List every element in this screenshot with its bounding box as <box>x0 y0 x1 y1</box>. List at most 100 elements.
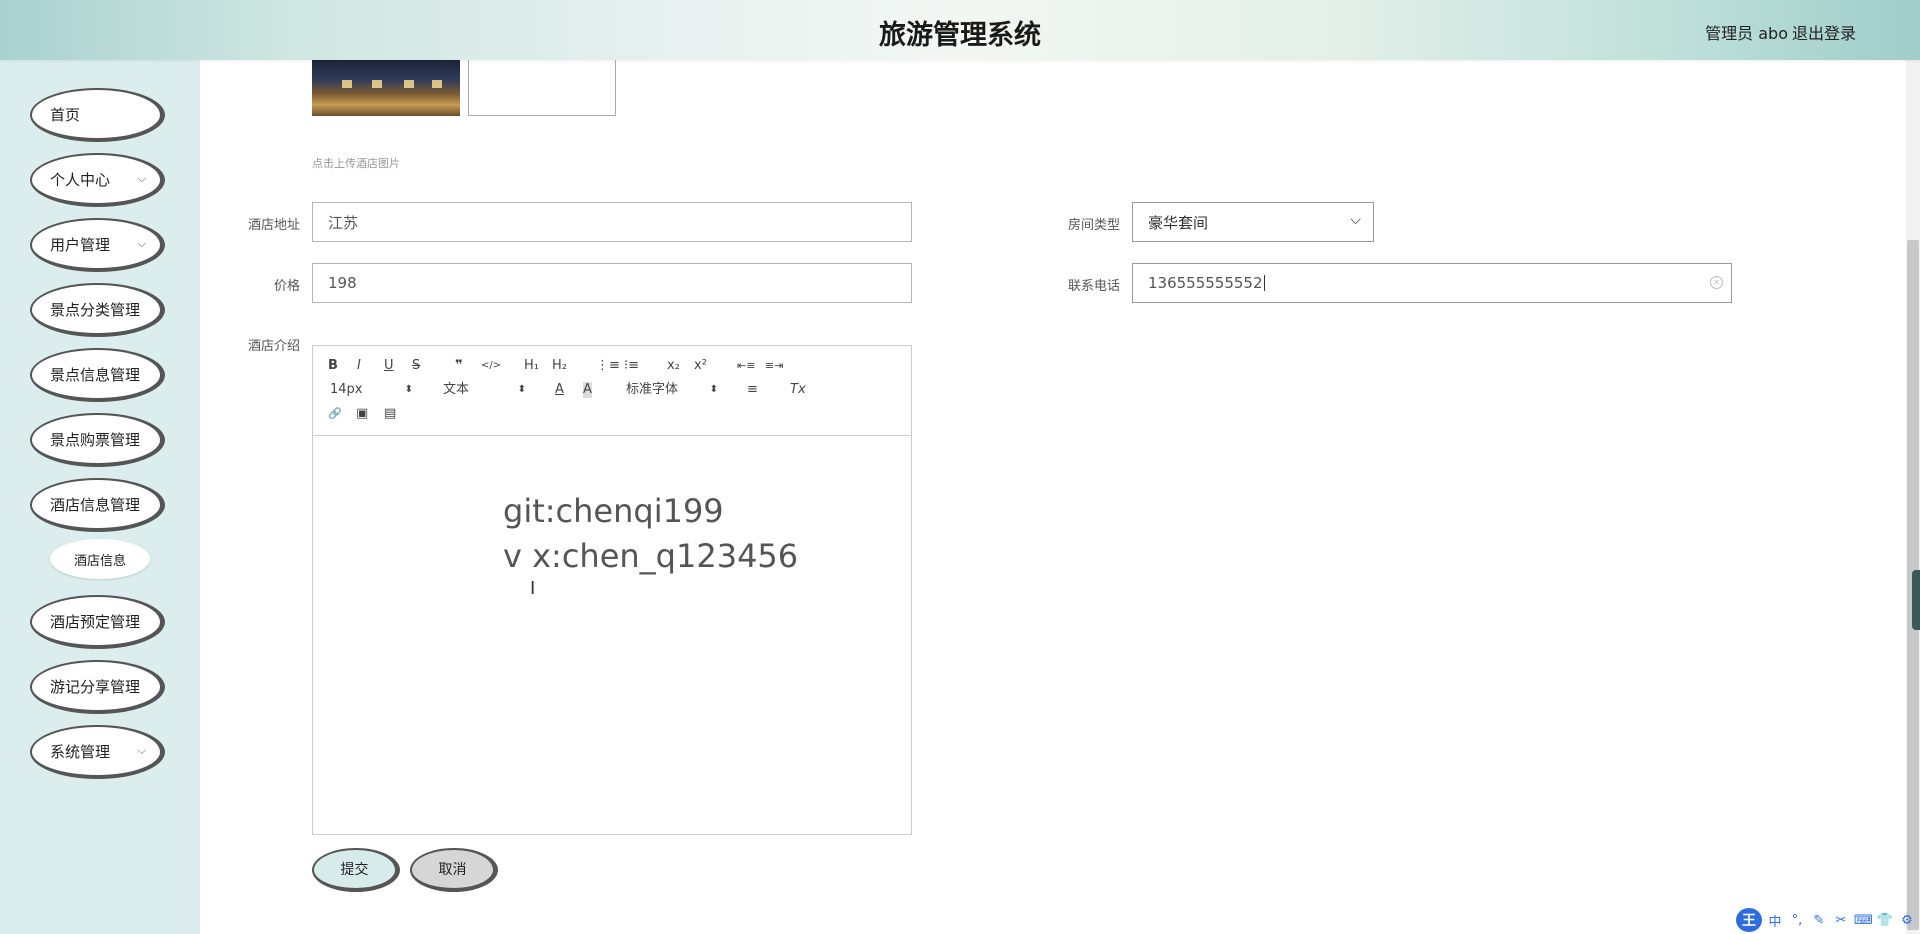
sidebar-item-label: 酒店预定管理 <box>50 612 141 631</box>
underline-icon[interactable]: U <box>384 358 394 374</box>
chevron-down-icon: ⌵ <box>137 172 146 185</box>
ime-punctuation-icon[interactable]: °, <box>1788 913 1806 928</box>
indent-icon[interactable]: ≡⇥ <box>765 358 783 374</box>
link-icon[interactable]: 🔗 <box>328 406 342 422</box>
header-select[interactable]: 文本 ⬍ <box>443 382 526 398</box>
sidebar-subitem-hotel-info[interactable]: 酒店信息 <box>50 539 150 579</box>
ime-keyboard-icon[interactable]: ⌨ <box>1854 913 1873 928</box>
font-family-select[interactable]: 标准字体 ⬍ <box>626 382 718 398</box>
text-color-icon[interactable]: A <box>555 382 564 398</box>
side-drag-handle[interactable] <box>1912 570 1920 630</box>
intro-label: 酒店介绍 <box>247 339 300 354</box>
submit-button[interactable]: 提交 <box>312 848 400 892</box>
sidebar-item-scenic-category[interactable]: 景点分类管理 <box>30 283 165 337</box>
outdent-icon[interactable]: ⇤≡ <box>737 358 755 374</box>
superscript-icon[interactable]: x² <box>694 358 707 374</box>
select-arrow-icon: ⬍ <box>709 384 718 395</box>
h1-icon[interactable]: H₁ <box>524 358 539 374</box>
sidebar-item-travel-notes[interactable]: 游记分享管理 <box>30 660 165 714</box>
image-icon[interactable]: ▣ <box>356 406 368 422</box>
upload-hint-text: 点击上传酒店图片 <box>312 157 400 170</box>
h2-icon[interactable]: H₂ <box>552 358 567 374</box>
app-title: 旅游管理系统 <box>879 20 1041 51</box>
hotel-image-thumbnail[interactable] <box>312 60 460 116</box>
ordered-list-icon[interactable]: ⋮≡ <box>596 358 620 374</box>
sidebar-item-label: 酒店信息管理 <box>50 495 141 514</box>
sidebar-item-personal-center[interactable]: 个人中心 ⌵ <box>30 153 165 207</box>
sidebar: 首页 个人中心 ⌵ 用户管理 ⌵ 景点分类管理 景点信息管理 景点购票管理 酒店… <box>0 60 200 934</box>
price-value: 198 <box>328 274 357 292</box>
sidebar-item-hotel-booking[interactable]: 酒店预定管理 <box>30 595 165 649</box>
video-icon[interactable]: ▤ <box>384 406 396 422</box>
subscript-icon[interactable]: x₂ <box>667 358 680 374</box>
price-label: 价格 <box>273 279 300 294</box>
ime-scissors-icon[interactable]: ✂ <box>1832 913 1850 928</box>
logout-link[interactable]: 退出登录 <box>1792 20 1856 44</box>
image-upload-box[interactable] <box>468 60 616 116</box>
background-color-icon[interactable]: A <box>583 382 592 398</box>
sidebar-item-label: 景点购票管理 <box>50 430 141 449</box>
chevron-down-icon: ⌵ <box>1350 212 1361 228</box>
hotel-window-light <box>342 80 352 88</box>
phone-value: 136555555552 <box>1148 274 1263 292</box>
clear-icon[interactable]: ✕ <box>1710 276 1723 289</box>
sidebar-item-system-management[interactable]: 系统管理 ⌵ <box>30 725 165 779</box>
room-type-label: 房间类型 <box>1067 218 1120 233</box>
font-size-select[interactable]: 14px ⬍ <box>330 382 413 398</box>
hotel-window-light <box>432 80 442 88</box>
ime-pen-icon[interactable]: ✎ <box>1810 913 1828 928</box>
hotel-window-light <box>404 80 414 88</box>
sidebar-item-label: 首页 <box>50 105 81 124</box>
phone-input[interactable]: 136555555552 ✕ <box>1132 263 1732 303</box>
code-block-icon[interactable]: </> <box>481 358 501 374</box>
select-arrow-icon: ⬍ <box>517 384 526 395</box>
sidebar-item-scenic-info[interactable]: 景点信息管理 <box>30 348 165 402</box>
sidebar-item-user-management[interactable]: 用户管理 ⌵ <box>30 218 165 272</box>
ime-skin-icon[interactable]: 👕 <box>1876 913 1894 928</box>
editor-content-line: git:chenqi199 <box>503 492 724 530</box>
sidebar-item-home[interactable]: 首页 <box>30 88 165 142</box>
i-beam-cursor-icon: I <box>530 578 536 599</box>
sidebar-item-label: 景点信息管理 <box>50 365 141 384</box>
chevron-down-icon: ⌵ <box>137 744 146 757</box>
strike-icon[interactable]: S <box>412 358 420 374</box>
select-arrow-icon: ⬍ <box>404 384 413 395</box>
bold-icon[interactable]: B <box>328 358 338 374</box>
cancel-button[interactable]: 取消 <box>410 848 498 892</box>
editor-toolbar: B I U S ❞ </> H₁ H₂ ⋮≡ ⁝≡ x₂ x² ⇤≡ ≡⇥ 14… <box>313 346 911 436</box>
hotel-window-light <box>372 80 382 88</box>
sidebar-subitem-label: 酒店信息 <box>73 553 126 569</box>
phone-label: 联系电话 <box>1067 279 1120 294</box>
italic-icon[interactable]: I <box>357 358 361 374</box>
clear-format-icon[interactable]: Tx <box>790 382 806 398</box>
address-input[interactable]: 江苏 <box>312 202 912 242</box>
sidebar-item-ticket-management[interactable]: 景点购票管理 <box>30 413 165 467</box>
header-select-value: 文本 <box>443 382 470 397</box>
editor-content[interactable]: git:chenqi199 v x:chen_q123456 <box>503 489 798 579</box>
ime-settings-icon[interactable]: ⚙ <box>1898 913 1916 928</box>
room-type-select[interactable]: 豪华套间 ⌵ <box>1132 202 1374 242</box>
ime-logo-icon[interactable]: 王 <box>1736 908 1762 932</box>
text-cursor <box>1263 275 1265 291</box>
price-input[interactable]: 198 <box>312 263 912 303</box>
sidebar-item-label: 用户管理 <box>50 235 111 254</box>
sidebar-item-label: 个人中心 <box>50 170 111 189</box>
sidebar-item-label: 系统管理 <box>50 742 111 761</box>
align-icon[interactable]: ≡ <box>747 382 758 398</box>
ime-toolbar: 王 中 °, ✎ ✂ ⌨ 👕 ⚙ <box>1736 908 1916 932</box>
address-value: 江苏 <box>328 213 359 232</box>
address-label: 酒店地址 <box>247 218 300 233</box>
sidebar-item-label: 景点分类管理 <box>50 300 141 319</box>
editor-content-line: v x:chen_q123456 <box>503 537 799 575</box>
header-bar: 旅游管理系统 管理员 abo 退出登录 <box>0 0 1920 60</box>
chevron-down-icon: ⌵ <box>137 237 146 250</box>
blockquote-icon[interactable]: ❞ <box>455 358 463 374</box>
ime-language-icon[interactable]: 中 <box>1766 911 1784 930</box>
rich-text-editor[interactable]: B I U S ❞ </> H₁ H₂ ⋮≡ ⁝≡ x₂ x² ⇤≡ ≡⇥ 14… <box>312 345 912 835</box>
sidebar-item-label: 游记分享管理 <box>50 677 141 696</box>
bullet-list-icon[interactable]: ⁝≡ <box>624 358 639 374</box>
room-type-value: 豪华套间 <box>1148 213 1209 232</box>
sidebar-item-hotel-info-management[interactable]: 酒店信息管理 <box>30 478 165 532</box>
admin-user-label: 管理员 abo <box>1705 24 1788 43</box>
font-size-value: 14px <box>330 382 363 397</box>
